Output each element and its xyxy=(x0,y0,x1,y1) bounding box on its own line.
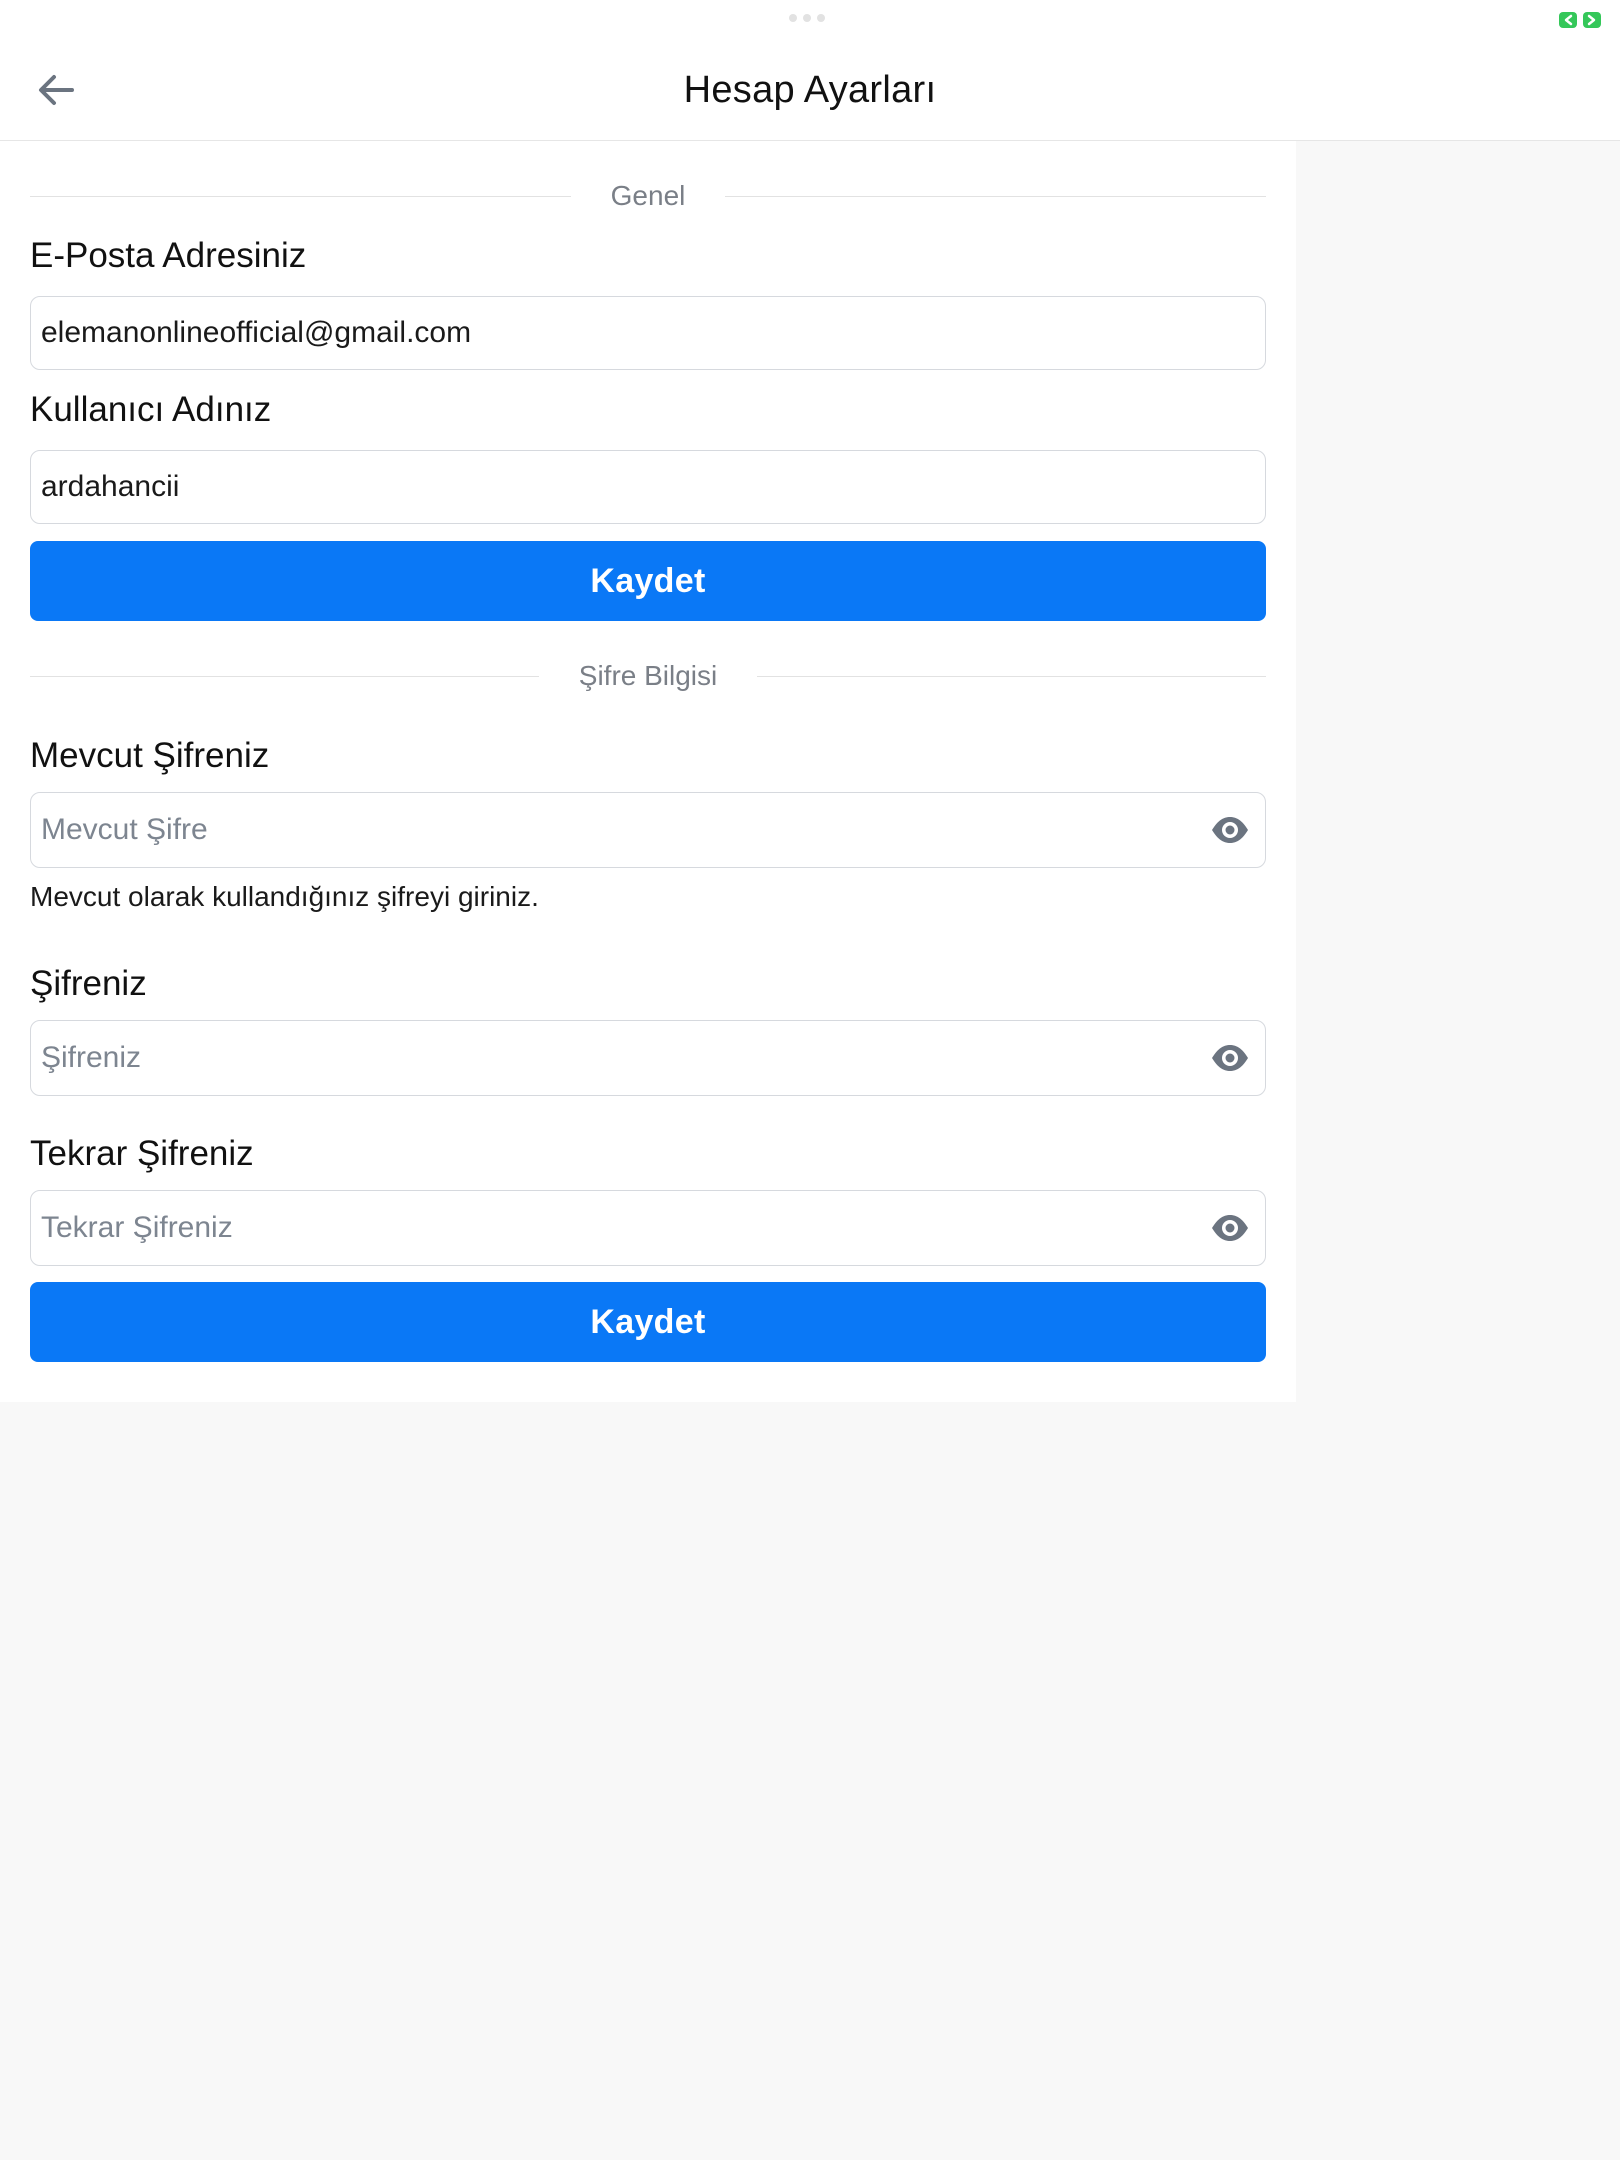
repeat-password-label: Tekrar Şifreniz xyxy=(30,1134,254,1173)
back-button[interactable] xyxy=(30,68,82,112)
page-title: Hesap Ayarları xyxy=(683,69,937,111)
dot xyxy=(789,14,797,22)
new-password-label: Şifreniz xyxy=(30,964,147,1003)
divider-line xyxy=(757,675,1267,677)
save-password-button[interactable]: Kaydet xyxy=(30,1282,1266,1362)
account-settings-panel: Genel E-Posta Adresiniz Kullanıcı Adınız… xyxy=(0,141,1296,1402)
username-label: Kullanıcı Adınız xyxy=(30,390,272,429)
toggle-current-password-visibility[interactable] xyxy=(1206,810,1254,850)
dot xyxy=(817,14,825,22)
save-general-button[interactable]: Kaydet xyxy=(30,541,1266,621)
header: Hesap Ayarları xyxy=(0,40,1620,141)
section-divider-password: Şifre Bilgisi xyxy=(30,656,1267,696)
section-title: Genel xyxy=(610,180,686,211)
username-field[interactable] xyxy=(30,450,1266,524)
divider-line xyxy=(30,195,571,197)
multitasking-dots[interactable] xyxy=(789,14,825,22)
dot xyxy=(803,14,811,22)
email-field[interactable] xyxy=(30,296,1266,370)
section-title: Şifre Bilgisi xyxy=(578,660,718,691)
status-bar xyxy=(0,0,1620,40)
divider-line xyxy=(725,195,1266,197)
current-password-hint: Mevcut olarak kullandığınız şifreyi giri… xyxy=(30,881,539,912)
screen-share-indicator-icon xyxy=(1559,12,1601,28)
current-password-field[interactable] xyxy=(30,792,1266,868)
toggle-new-password-visibility[interactable] xyxy=(1206,1038,1254,1078)
eye-icon xyxy=(1212,1215,1248,1241)
divider-line xyxy=(30,675,539,677)
section-divider-general: Genel xyxy=(30,176,1266,216)
new-password-field[interactable] xyxy=(30,1020,1266,1096)
repeat-password-field[interactable] xyxy=(30,1190,1266,1266)
arrow-left-icon xyxy=(39,75,74,105)
toggle-repeat-password-visibility[interactable] xyxy=(1206,1208,1254,1248)
eye-icon xyxy=(1212,817,1248,843)
current-password-label: Mevcut Şifreniz xyxy=(30,736,270,775)
email-label: E-Posta Adresiniz xyxy=(30,236,307,275)
eye-icon xyxy=(1212,1045,1248,1071)
